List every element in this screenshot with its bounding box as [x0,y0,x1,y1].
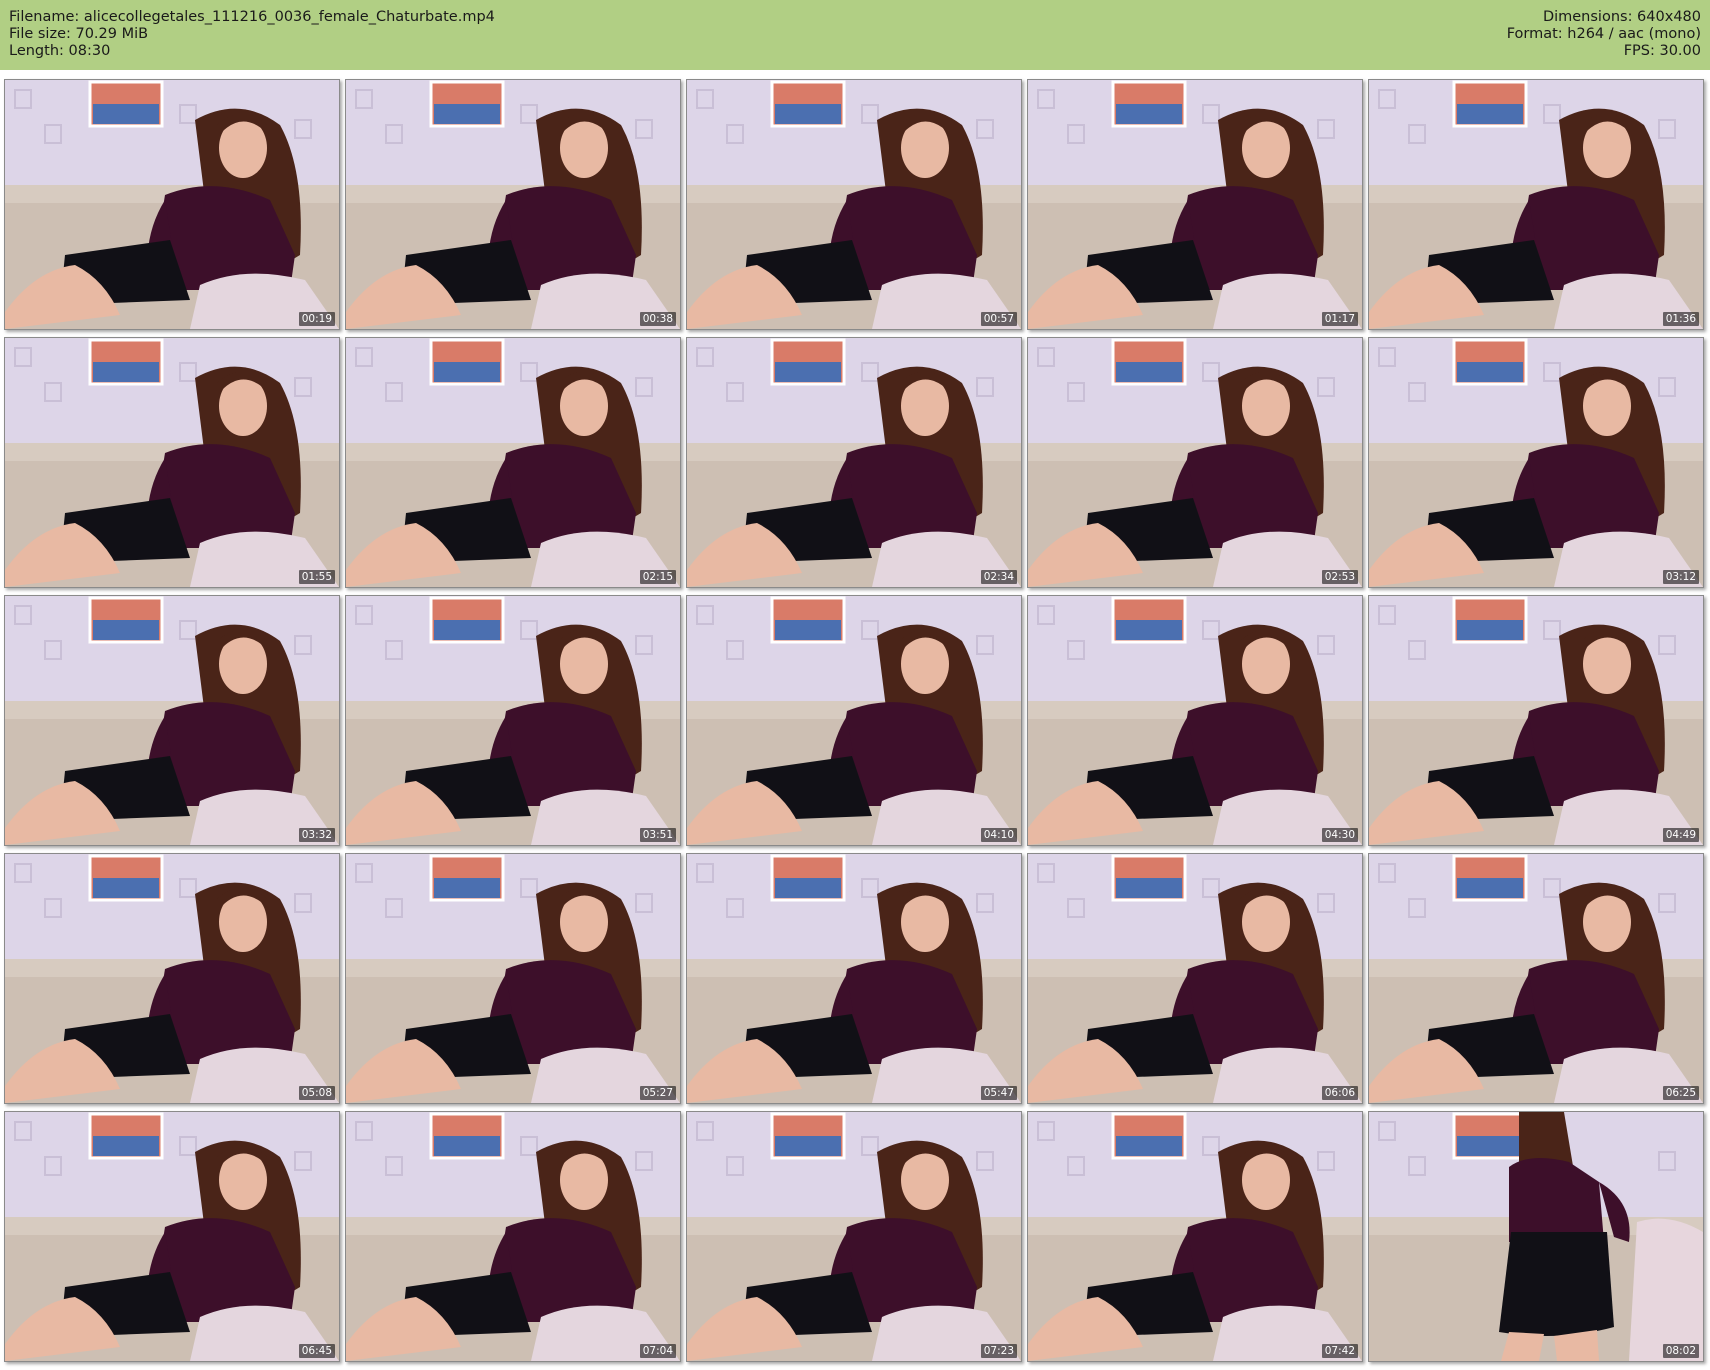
timestamp-label: 03:32 [298,828,335,842]
format-label: Format: h264 / aac (mono) [1506,26,1701,42]
timestamp-label: 05:27 [639,1086,676,1100]
timestamp-label: 06:45 [298,1344,335,1358]
video-thumbnail[interactable]: 00:19 [4,79,340,330]
timestamp-label: 03:12 [1662,570,1699,584]
timestamp-label: 00:19 [298,312,335,326]
video-thumbnail[interactable]: 00:57 [686,79,1022,330]
thumbnail-image [687,596,1021,845]
timestamp-label: 01:55 [298,570,335,584]
thumbnail-image [5,1112,339,1361]
timestamp-label: 02:53 [1321,570,1358,584]
thumbnail-image [346,596,680,845]
thumbnail-image [1028,596,1362,845]
thumbnail-image [687,80,1021,329]
video-thumbnail[interactable]: 07:42 [1027,1111,1363,1362]
video-thumbnail[interactable]: 03:51 [345,595,681,846]
timestamp-label: 07:42 [1321,1344,1358,1358]
video-thumbnail[interactable]: 03:12 [1368,337,1704,588]
filesize-label: File size: 70.29 MiB [9,26,149,42]
thumbnail-image [5,338,339,587]
video-thumbnail[interactable]: 02:34 [686,337,1022,588]
fps-label: FPS: 30.00 [1623,43,1701,59]
video-thumbnail[interactable]: 02:15 [345,337,681,588]
timestamp-label: 07:04 [639,1344,676,1358]
video-thumbnail[interactable]: 01:55 [4,337,340,588]
thumbnail-image [687,854,1021,1103]
thumbnail-image [346,80,680,329]
video-thumbnail[interactable]: 03:32 [4,595,340,846]
timestamp-label: 07:23 [980,1344,1017,1358]
timestamp-label: 06:25 [1662,1086,1699,1100]
timestamp-label: 04:49 [1662,828,1699,842]
dimensions-label: Dimensions: 640x480 [1542,9,1701,25]
video-thumbnail[interactable]: 01:17 [1027,79,1363,330]
video-thumbnail[interactable]: 01:36 [1368,79,1704,330]
video-thumbnail[interactable]: 06:25 [1368,853,1704,1104]
timestamp-label: 02:34 [980,570,1017,584]
video-thumbnail[interactable]: 07:04 [345,1111,681,1362]
timestamp-label: 05:47 [980,1086,1017,1100]
file-info: Filename: alicecollegetales_111216_0036_… [9,9,495,60]
info-header: Filename: alicecollegetales_111216_0036_… [0,0,1710,70]
thumbnail-image [1028,854,1362,1103]
timestamp-label: 05:08 [298,1086,335,1100]
video-thumbnail[interactable]: 06:06 [1027,853,1363,1104]
video-thumbnail[interactable]: 07:23 [686,1111,1022,1362]
timestamp-label: 04:30 [1321,828,1358,842]
video-thumbnail[interactable]: 00:38 [345,79,681,330]
timestamp-label: 00:57 [980,312,1017,326]
thumbnail-image [5,80,339,329]
timestamp-label: 00:38 [639,312,676,326]
thumbnail-image [1369,854,1703,1103]
video-thumbnail[interactable]: 05:08 [4,853,340,1104]
video-thumbnail[interactable]: 05:27 [345,853,681,1104]
video-thumbnail[interactable]: 05:47 [686,853,1022,1104]
timestamp-label: 06:06 [1321,1086,1358,1100]
video-thumbnail[interactable]: 06:45 [4,1111,340,1362]
thumbnail-image [5,596,339,845]
video-thumbnail[interactable]: 04:10 [686,595,1022,846]
timestamp-label: 01:17 [1321,312,1358,326]
timestamp-label: 02:15 [639,570,676,584]
thumbnail-image [1028,1112,1362,1361]
timestamp-label: 03:51 [639,828,676,842]
thumbnail-image [1369,596,1703,845]
thumbnail-image [687,338,1021,587]
video-thumbnail[interactable]: 04:30 [1027,595,1363,846]
timestamp-label: 04:10 [980,828,1017,842]
video-thumbnail[interactable]: 02:53 [1027,337,1363,588]
timestamp-label: 08:02 [1662,1344,1699,1358]
thumbnail-image [346,338,680,587]
filename-label: Filename: alicecollegetales_111216_0036_… [9,9,495,25]
thumbnail-image [346,1112,680,1361]
thumbnail-image [1028,338,1362,587]
length-label: Length: 08:30 [9,43,111,59]
thumbnail-image [1369,1112,1703,1361]
timestamp-label: 01:36 [1662,312,1699,326]
thumbnail-image [1369,80,1703,329]
thumbnail-image [5,854,339,1103]
thumbnail-image [1369,338,1703,587]
stream-info: Dimensions: 640x480 Format: h264 / aac (… [1507,9,1701,60]
video-thumbnail[interactable]: 08:02 [1368,1111,1704,1362]
thumbnail-image [1028,80,1362,329]
video-thumbnail[interactable]: 04:49 [1368,595,1704,846]
thumbnail-image [346,854,680,1103]
thumbnail-grid: 00:19 00:38 00:57 01:17 01:36 01:55 02:1… [4,79,1704,1362]
thumbnail-image [687,1112,1021,1361]
